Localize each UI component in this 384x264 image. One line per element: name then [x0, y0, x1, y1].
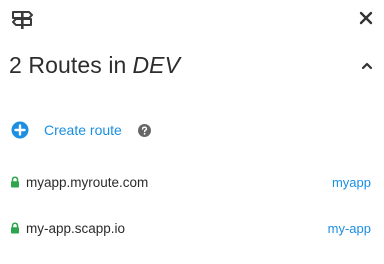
chevron-up-icon[interactable] — [360, 60, 374, 72]
environment-name: DEV — [132, 52, 181, 78]
lock-icon — [11, 176, 19, 188]
route-app-link[interactable]: my-app — [328, 221, 371, 236]
close-icon[interactable] — [358, 10, 374, 26]
help-icon[interactable] — [137, 123, 151, 137]
route-host-link[interactable]: myapp.myroute.com — [26, 175, 332, 190]
page-title: 2 Routes in DEV — [9, 52, 180, 79]
routes-count-text: 2 Routes in — [9, 52, 127, 78]
create-route-link[interactable]: Create route — [44, 122, 122, 138]
routes-panel: 2 Routes in DEV Create route myapp.myrout… — [0, 0, 384, 264]
route-row: myapp.myroute.com myapp — [10, 172, 371, 192]
lock-icon — [11, 222, 19, 234]
route-app-link[interactable]: myapp — [332, 175, 371, 190]
route-row: my-app.scapp.io my-app — [10, 218, 371, 238]
route-host-link[interactable]: my-app.scapp.io — [26, 221, 328, 236]
plus-circle-icon[interactable] — [11, 121, 29, 139]
route-sign-icon — [12, 11, 33, 29]
create-route-row: Create route — [11, 120, 151, 140]
